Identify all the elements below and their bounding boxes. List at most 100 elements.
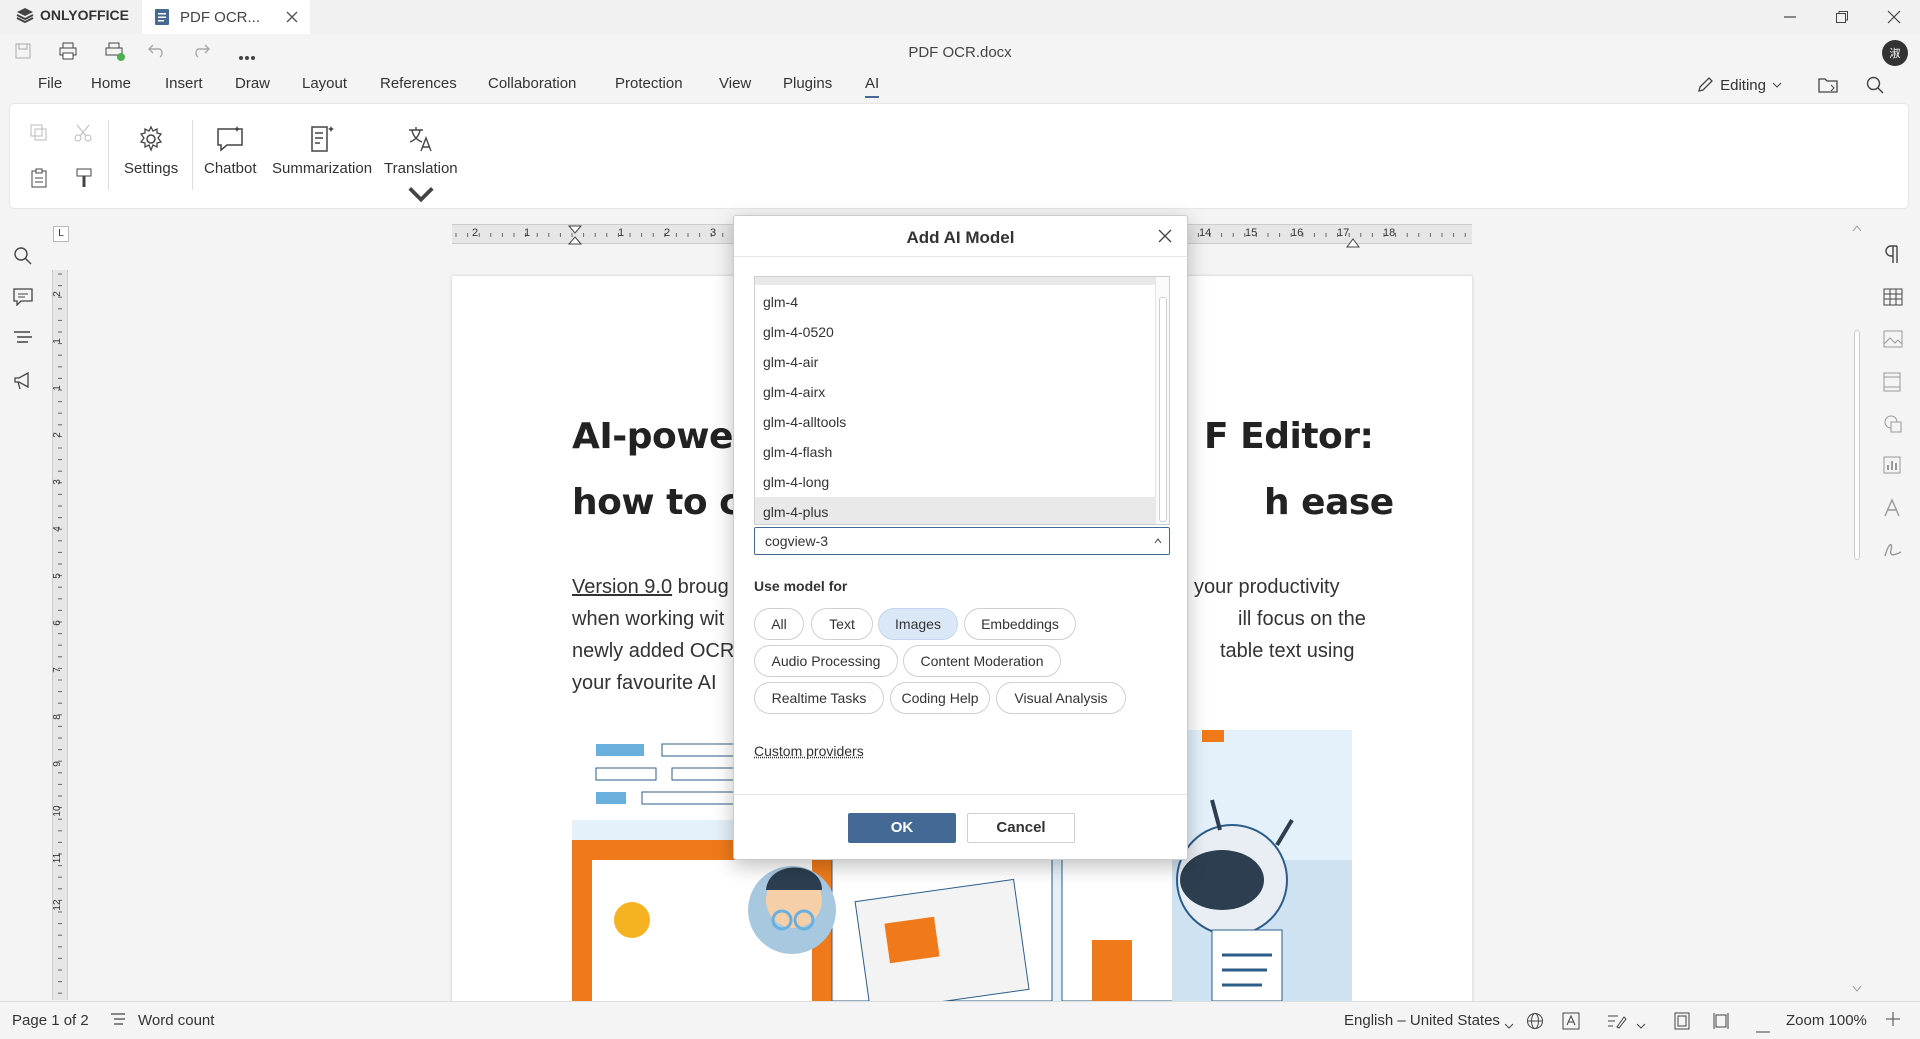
list-scrollbar[interactable] xyxy=(1155,277,1169,524)
ruler-label: 16 xyxy=(1291,227,1304,239)
chevron-down-icon[interactable] xyxy=(1636,1016,1646,1033)
list-item[interactable]: glm-4-flash xyxy=(755,437,1155,467)
signature-icon[interactable] xyxy=(1883,540,1903,563)
tab-protection[interactable]: Protection xyxy=(615,75,683,92)
list-item[interactable]: glm-4-alltools xyxy=(755,407,1155,437)
right-indent-marker-icon[interactable] xyxy=(1346,235,1360,251)
tab-view[interactable]: View xyxy=(719,75,751,92)
model-combo-input[interactable]: cogview-3 xyxy=(754,527,1170,555)
ruler-label: 7 xyxy=(53,667,63,673)
document-tab[interactable]: PDF OCR... xyxy=(142,0,310,34)
ok-button[interactable]: OK xyxy=(848,813,956,843)
ruler-label: 10 xyxy=(53,805,63,817)
find-icon[interactable] xyxy=(13,246,33,269)
close-icon[interactable] xyxy=(1155,226,1175,246)
translation-button[interactable]: Translation xyxy=(384,124,458,209)
chip-text[interactable]: Text xyxy=(811,608,873,640)
tab-collaboration[interactable]: Collaboration xyxy=(488,75,576,92)
indent-marker-icon[interactable] xyxy=(567,225,583,248)
chatbot-button[interactable]: Chatbot xyxy=(204,124,257,177)
app-logo: ONLYOFFICE xyxy=(16,7,129,23)
language-selector[interactable]: English – United States xyxy=(1344,1012,1500,1029)
scrollbar-thumb[interactable] xyxy=(1854,330,1860,560)
paragraph-line-4: your favourite AI xyxy=(572,672,717,694)
search-icon[interactable] xyxy=(1866,76,1884,97)
header-footer-icon[interactable] xyxy=(1883,372,1901,395)
navigation-icon[interactable] xyxy=(13,330,33,349)
tab-ai[interactable]: AI xyxy=(865,75,880,98)
chip-content-moderation[interactable]: Content Moderation xyxy=(903,645,1061,677)
tab-file[interactable]: File xyxy=(38,75,62,92)
close-window-button[interactable] xyxy=(1868,0,1920,34)
chevron-down-icon[interactable] xyxy=(1504,1016,1514,1033)
cut-icon[interactable] xyxy=(74,124,92,145)
page-counter[interactable]: Page 1 of 2 xyxy=(12,1012,89,1029)
list-item-highlighted[interactable]: glm-4-plus xyxy=(755,497,1155,524)
tab-type-selector[interactable]: L xyxy=(53,226,69,242)
chip-coding-help[interactable]: Coding Help xyxy=(890,682,990,714)
list-item[interactable]: glm-4-airx xyxy=(755,377,1155,407)
shape-settings-icon[interactable] xyxy=(1883,414,1903,437)
chip-embeddings[interactable]: Embeddings xyxy=(964,608,1076,640)
scroll-down-icon[interactable] xyxy=(1850,984,1864,994)
paragraph-settings-icon[interactable] xyxy=(1883,244,1901,267)
spell-check-icon[interactable] xyxy=(1562,1012,1580,1034)
cancel-button[interactable]: Cancel xyxy=(967,813,1075,843)
tab-layout[interactable]: Layout xyxy=(302,75,347,92)
model-list[interactable]: glm-4 glm-4-0520 glm-4-air glm-4-airx gl… xyxy=(754,276,1170,525)
zoom-in-icon[interactable] xyxy=(1886,1012,1900,1030)
tab-home[interactable]: Home xyxy=(91,75,131,92)
chip-all[interactable]: All xyxy=(754,608,804,640)
list-item[interactable]: glm-4-0520 xyxy=(755,317,1155,347)
list-item[interactable]: glm-4 xyxy=(755,287,1155,317)
tab-draw[interactable]: Draw xyxy=(235,75,270,92)
fit-width-icon[interactable] xyxy=(1712,1012,1730,1034)
document-scrollbar[interactable] xyxy=(1850,220,1870,1000)
ruler-label: 1 xyxy=(524,227,531,239)
ruler-ticks: 21123456789101112 xyxy=(52,273,63,994)
track-changes-icon[interactable] xyxy=(1606,1012,1628,1034)
restore-button[interactable] xyxy=(1816,0,1868,34)
feedback-icon[interactable] xyxy=(13,371,33,393)
heading-line-1-right: F Editor: xyxy=(1204,416,1374,457)
list-item[interactable]: glm-4-long xyxy=(755,467,1155,497)
tab-plugins[interactable]: Plugins xyxy=(783,75,832,92)
format-painter-icon[interactable] xyxy=(76,168,92,191)
word-count-icon[interactable] xyxy=(110,1012,126,1030)
chip-visual-analysis[interactable]: Visual Analysis xyxy=(996,682,1126,714)
paste-icon[interactable] xyxy=(30,168,48,191)
text-art-icon[interactable] xyxy=(1883,498,1901,521)
table-settings-icon[interactable] xyxy=(1883,288,1903,309)
image-settings-icon[interactable] xyxy=(1883,330,1903,351)
summarization-button[interactable]: Summarization xyxy=(272,124,372,177)
version-link[interactable]: Version 9.0 xyxy=(572,576,672,598)
tab-insert[interactable]: Insert xyxy=(165,75,203,92)
paragraph-line-2-right: ill focus on the xyxy=(1238,608,1366,630)
tab-references[interactable]: References xyxy=(380,75,457,92)
list-scrollbar-thumb[interactable] xyxy=(1159,297,1167,522)
copy-icon[interactable] xyxy=(30,124,48,145)
comments-icon[interactable] xyxy=(13,288,33,309)
chip-images[interactable]: Images xyxy=(878,608,958,640)
avatar[interactable]: 淑 xyxy=(1882,40,1908,66)
scroll-up-icon[interactable] xyxy=(1850,223,1864,233)
chip-realtime-tasks[interactable]: Realtime Tasks xyxy=(754,682,884,714)
zoom-level[interactable]: Zoom 100% xyxy=(1786,1012,1867,1029)
chevron-down-icon xyxy=(408,187,434,203)
custom-providers-link[interactable]: Custom providers xyxy=(754,743,864,759)
fit-page-icon[interactable] xyxy=(1674,1012,1690,1034)
globe-icon[interactable] xyxy=(1526,1012,1544,1034)
close-tab-icon[interactable] xyxy=(286,11,298,23)
vertical-ruler[interactable]: 2 1 1 2 3 4 5 6 7 8 9 10 11 12 xyxy=(52,270,68,1000)
chip-audio-processing[interactable]: Audio Processing xyxy=(754,645,898,677)
chevron-up-icon[interactable] xyxy=(1153,528,1163,554)
editing-mode-dropdown[interactable]: Editing xyxy=(1696,76,1782,94)
chart-settings-icon[interactable] xyxy=(1883,456,1901,477)
open-file-location-icon[interactable] xyxy=(1818,76,1838,97)
minimize-button[interactable] xyxy=(1764,0,1816,34)
settings-button[interactable]: Settings xyxy=(124,124,178,177)
word-count-button[interactable]: Word count xyxy=(138,1012,214,1029)
zoom-out-icon[interactable] xyxy=(1756,1020,1770,1037)
list-item[interactable]: glm-4-air xyxy=(755,347,1155,377)
title-bar: ONLYOFFICE PDF OCR... xyxy=(0,0,1920,34)
